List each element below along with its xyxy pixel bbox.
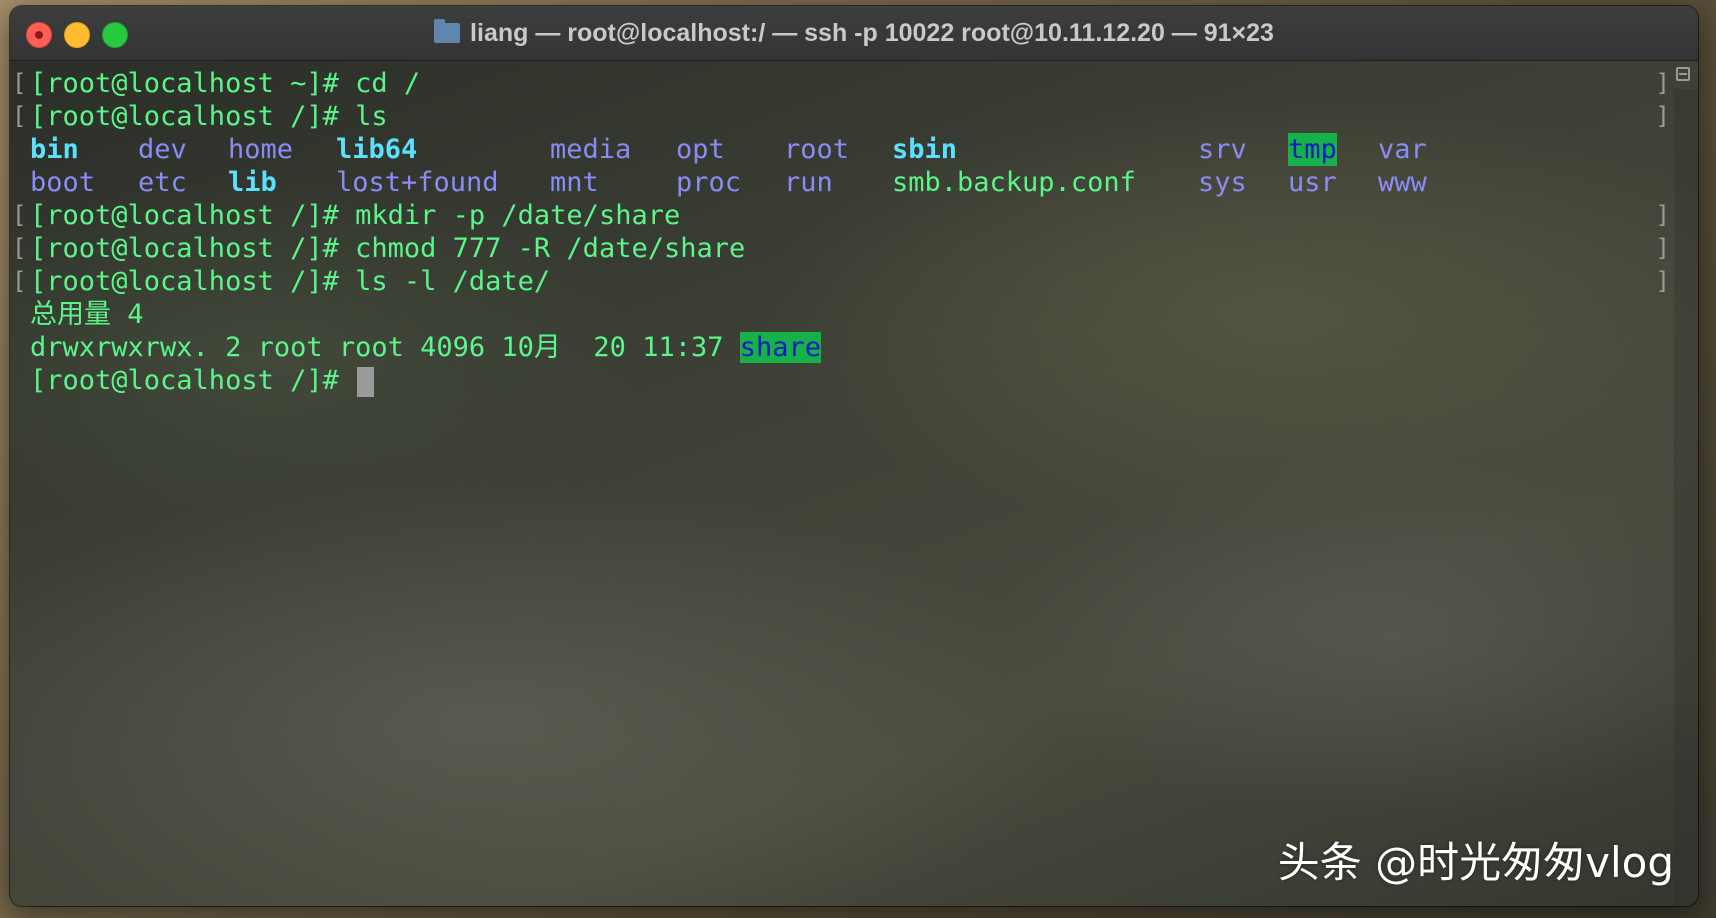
prompt: [root@localhost /]#	[30, 365, 356, 396]
ls-output-row: boot etc lib lost+found mnt proc run smb…	[30, 166, 1427, 199]
ls-l-entry: drwxrwxrwx. 2 root root 4096 10月 20 11:3…	[30, 332, 740, 363]
ls-entry: lib64	[336, 134, 418, 165]
window-title: liang — root@localhost:/ — ssh -p 10022 …	[470, 18, 1274, 47]
ls-entry: etc	[138, 167, 187, 198]
terminal-line: [root@localhost /]# ls	[30, 101, 388, 132]
ls-entry: opt	[676, 134, 725, 165]
ls-entry: tmp	[1288, 133, 1337, 166]
folder-icon	[434, 19, 461, 43]
split-pane-icon[interactable]	[1676, 67, 1690, 81]
ls-entry: sbin	[892, 134, 958, 165]
terminal-line: [root@localhost /]# mkdir -p /date/share	[30, 200, 681, 231]
ls-entry: boot	[30, 167, 96, 198]
mark-bracket-icon: ]	[1655, 69, 1670, 97]
mark-bracket-icon: ]	[1655, 201, 1670, 229]
mark-bracket-icon: [	[12, 267, 27, 295]
ls-entry: sys	[1198, 167, 1247, 198]
ls-entry: home	[228, 134, 294, 165]
title-bar[interactable]: liang — root@localhost:/ — ssh -p 10022 …	[10, 6, 1698, 61]
mark-bracket-icon: [	[12, 234, 27, 262]
mark-bracket-icon: [	[12, 102, 27, 130]
ls-entry: var	[1378, 134, 1427, 165]
mark-bracket-icon: [	[12, 201, 27, 229]
watermark: 头条 @时光匆匆vlog	[1277, 838, 1674, 887]
ls-entry: dev	[138, 134, 187, 165]
ls-entry: root	[784, 134, 850, 165]
mark-bracket-icon: ]	[1655, 102, 1670, 130]
window-title-container: liang — root@localhost:/ — ssh -p 10022 …	[10, 6, 1698, 60]
ls-entry: media	[550, 134, 632, 165]
terminal-window: liang — root@localhost:/ — ssh -p 10022 …	[10, 6, 1698, 906]
ls-entry: run	[784, 167, 833, 198]
terminal-line: [root@localhost ~]# cd /	[30, 68, 421, 99]
ls-l-name: share	[739, 332, 822, 363]
ls-entry: lost+found	[336, 167, 499, 198]
terminal-prompt-line[interactable]: [root@localhost /]#	[30, 364, 1427, 397]
ls-entry: srv	[1198, 134, 1247, 165]
text-cursor[interactable]	[357, 366, 375, 397]
ls-entry: proc	[676, 167, 742, 198]
terminal-line: 总用量 4	[30, 299, 144, 330]
scrollbar[interactable]	[1674, 89, 1698, 906]
ls-output-row: bin dev home lib64 media opt root sbin s…	[30, 133, 1427, 166]
ls-entry-wrap: tmp	[1288, 133, 1378, 166]
ls-entry: www	[1378, 167, 1427, 198]
terminal-line: [root@localhost /]# chmod 777 -R /date/s…	[30, 233, 746, 264]
ls-entry: bin	[30, 134, 79, 165]
ls-entry: smb.backup.conf	[892, 167, 1136, 198]
terminal-line: [root@localhost /]# ls -l /date/	[30, 266, 551, 297]
terminal-line: drwxrwxrwx. 2 root root 4096 10月 20 11:3…	[30, 331, 1427, 364]
mark-bracket-icon: ]	[1655, 267, 1670, 295]
mark-bracket-icon: ]	[1655, 234, 1670, 262]
ls-entry: mnt	[550, 167, 599, 198]
ls-entry: usr	[1288, 167, 1337, 198]
mark-bracket-icon: [	[12, 69, 27, 97]
ls-entry: lib	[228, 167, 277, 198]
terminal-content[interactable]: [ [ [ [ [ ] ] ] ] ] [root@localhost ~]# …	[10, 61, 1698, 906]
terminal-output[interactable]: [root@localhost ~]# cd / [root@localhost…	[30, 67, 1427, 397]
